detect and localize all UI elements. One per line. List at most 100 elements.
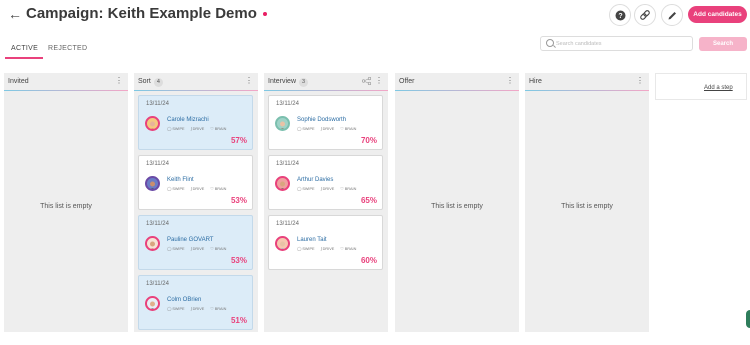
count-badge: 4 (153, 78, 163, 87)
candidate-name[interactable]: Carole Mizrachi (167, 117, 209, 123)
more-vert-icon[interactable]: ⋮ (375, 76, 383, 86)
svg-text:?: ? (618, 13, 622, 20)
match-score: 53% (230, 196, 247, 205)
drive-tag: ∫ DRIVE (190, 127, 205, 131)
match-score: 60% (360, 256, 377, 265)
chat-widget-icon[interactable] (746, 310, 750, 328)
brain-tag: ♡ BRAIN (210, 127, 227, 131)
candidate-name[interactable]: Keith Flint (167, 177, 194, 183)
drive-tag: ∫ DRIVE (320, 247, 335, 251)
swipe-tag: ◯ SWIPE (297, 187, 315, 191)
candidate-name[interactable]: Arthur Davies (297, 177, 333, 183)
column-divider (264, 90, 388, 91)
test-tags: ◯ SWIPE ∫ DRIVE ♡ BRAIN (167, 306, 232, 311)
add-candidates-button[interactable]: Add candidates (688, 6, 747, 23)
drive-tag: ∫ DRIVE (320, 187, 335, 191)
candidate-name[interactable]: Pauline GOVART (167, 237, 213, 243)
candidate-card[interactable]: 13/11/24 Carole Mizrachi ◯ SWIPE ∫ DRIVE ♡… (138, 95, 253, 150)
help-button[interactable]: ? (609, 4, 631, 26)
column-divider (525, 90, 649, 91)
candidate-card[interactable]: 13/11/24 Keith Flint ◯ SWIPE ∫ DRIVE ♡ BRA… (138, 155, 253, 210)
candidate-card[interactable]: 13/11/24 Lauren Tait ◯ SWIPE ∫ DRIVE ♡ BRA… (268, 215, 383, 270)
brain-tag: ♡ BRAIN (210, 307, 227, 311)
brain-tag: ♡ BRAIN (340, 187, 357, 191)
more-vert-icon[interactable]: ⋮ (506, 76, 514, 86)
column-divider (395, 90, 519, 91)
test-tags: ◯ SWIPE ∫ DRIVE ♡ BRAIN (167, 186, 232, 191)
candidate-card[interactable]: 13/11/24 Sophie Dodsworth ◯ SWIPE ∫ DRIVE… (268, 95, 383, 150)
test-tags: ◯ SWIPE ∫ DRIVE ♡ BRAIN (297, 246, 362, 251)
avatar (275, 176, 290, 191)
link-icon (640, 10, 650, 20)
avatar (145, 176, 160, 191)
swipe-tag: ◯ SWIPE (297, 127, 315, 131)
column-title: Hire (529, 78, 542, 85)
avatar (145, 236, 160, 251)
drive-tag: ∫ DRIVE (190, 247, 205, 251)
drive-tag: ∫ DRIVE (190, 307, 205, 311)
candidate-card[interactable]: 13/11/24 Arthur Davies ◯ SWIPE ∫ DRIVE ♡ B… (268, 155, 383, 210)
column-invited: Invited ⋮ This list is empty (4, 73, 128, 332)
column-header: Offer ⋮ (395, 73, 519, 91)
avatar (145, 116, 160, 131)
match-score: 51% (230, 316, 247, 325)
column-title-text: Sort (138, 78, 151, 85)
column-title-text: Interview (268, 78, 297, 85)
candidate-name[interactable]: Sophie Dodsworth (297, 117, 346, 123)
empty-list-text: This list is empty (561, 203, 613, 210)
card-date: 13/11/24 (276, 101, 299, 107)
search-input[interactable] (556, 38, 686, 49)
column-title: Sort 4 (138, 78, 163, 87)
swipe-tag: ◯ SWIPE (167, 247, 185, 251)
brain-tag: ♡ BRAIN (210, 247, 227, 251)
avatar (275, 116, 290, 131)
avatar (275, 236, 290, 251)
column-title: Interview 3 (268, 78, 309, 87)
candidate-card[interactable]: 13/11/24 Colm OBrien ◯ SWIPE ∫ DRIVE ♡ BRA… (138, 275, 253, 330)
card-date: 13/11/24 (276, 221, 299, 227)
swipe-tag: ◯ SWIPE (167, 187, 185, 191)
drive-tag: ∫ DRIVE (320, 127, 335, 131)
empty-list-text: This list is empty (431, 203, 483, 210)
card-date: 13/11/24 (146, 281, 169, 287)
match-score: 70% (360, 136, 377, 145)
column-header: Sort 4 ⋮ (134, 73, 258, 91)
column-sort: Sort 4 ⋮ 13/11/24 Carole Mizrachi ◯ SWIPE… (134, 73, 258, 332)
drive-tag: ∫ DRIVE (190, 187, 205, 191)
column-offer: Offer ⋮ This list is empty (395, 73, 519, 332)
brain-tag: ♡ BRAIN (340, 127, 357, 131)
more-vert-icon[interactable]: ⋮ (115, 76, 123, 86)
empty-list-text: This list is empty (40, 203, 92, 210)
edit-icon (668, 11, 676, 19)
test-tags: ◯ SWIPE ∫ DRIVE ♡ BRAIN (297, 186, 362, 191)
tab-active[interactable]: ACTIVE (11, 45, 38, 52)
search-button[interactable]: Search (699, 37, 747, 51)
match-score: 57% (230, 136, 247, 145)
search-box (540, 36, 693, 51)
back-arrow-icon[interactable]: ← (8, 6, 24, 22)
avatar (145, 296, 160, 311)
share-icon[interactable] (361, 76, 372, 87)
column-interview: Interview 3 ⋮ 13/11/24 Sophie Dodsworth ◯… (264, 73, 388, 332)
column-divider (134, 90, 258, 91)
test-tags: ◯ SWIPE ∫ DRIVE ♡ BRAIN (297, 126, 362, 131)
candidate-name[interactable]: Colm OBrien (167, 297, 201, 303)
page-title-text: Campaign: Keith Example Demo (26, 5, 257, 22)
swipe-tag: ◯ SWIPE (297, 247, 315, 251)
add-step-link[interactable]: Add a step (704, 85, 733, 91)
swipe-tag: ◯ SWIPE (167, 307, 185, 311)
copy-link-button[interactable] (634, 4, 656, 26)
column-header: Hire ⋮ (525, 73, 649, 91)
card-date: 13/11/24 (146, 221, 169, 227)
more-vert-icon[interactable]: ⋮ (636, 76, 644, 86)
card-date: 13/11/24 (276, 161, 299, 167)
tab-rejected[interactable]: REJECTED (48, 45, 87, 52)
match-score: 53% (230, 256, 247, 265)
candidate-name[interactable]: Lauren Tait (297, 237, 327, 243)
candidate-card[interactable]: 13/11/24 Pauline GOVART ◯ SWIPE ∫ DRIVE ♡ … (138, 215, 253, 270)
more-vert-icon[interactable]: ⋮ (245, 76, 253, 86)
edit-button[interactable] (661, 4, 683, 26)
column-hire: Hire ⋮ This list is empty (525, 73, 649, 332)
test-tags: ◯ SWIPE ∫ DRIVE ♡ BRAIN (167, 246, 232, 251)
add-step-panel: Add a step (655, 73, 747, 100)
